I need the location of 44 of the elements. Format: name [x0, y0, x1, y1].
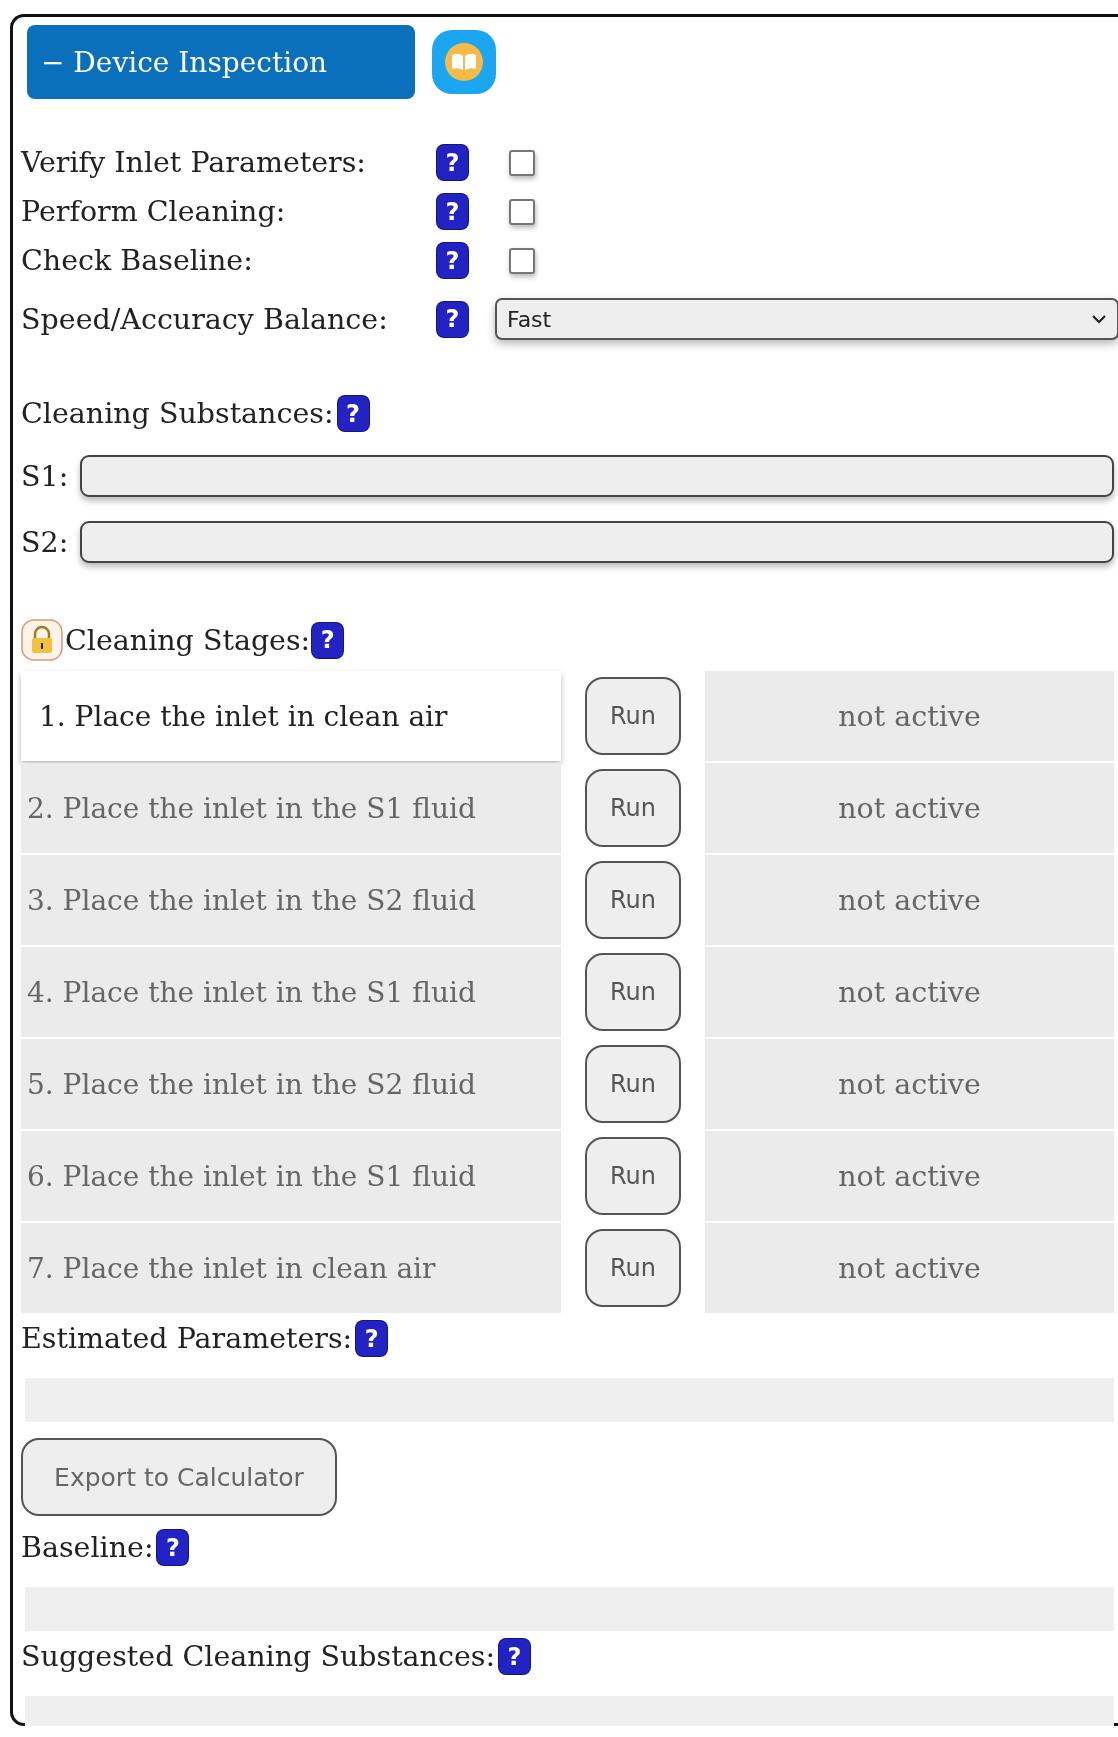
section-label: Baseline: [21, 1531, 154, 1564]
stage-item[interactable]: 6. Place the inlet in the S1 fluid [21, 1131, 561, 1221]
field-label: S1: [21, 459, 69, 493]
stage-item[interactable]: 3. Place the inlet in the S2 fluid [21, 855, 561, 945]
run-button[interactable]: Run [585, 769, 681, 847]
field-label: S2: [21, 525, 69, 559]
run-button[interactable]: Run [585, 1045, 681, 1123]
run-button[interactable]: Run [585, 1229, 681, 1307]
help-icon[interactable]: ? [437, 194, 468, 229]
run-button[interactable]: Run [585, 677, 681, 755]
help-icon[interactable]: ? [312, 622, 344, 658]
option-label: Check Baseline: [21, 244, 254, 277]
section-label: Cleaning Stages: [65, 623, 311, 657]
option-label: Verify Inlet Parameters: [21, 146, 367, 179]
run-button[interactable]: Run [585, 953, 681, 1031]
stage-item[interactable]: 4. Place the inlet in the S1 fluid [21, 947, 561, 1037]
option-label: Speed/Accuracy Balance: [21, 302, 389, 336]
run-button[interactable]: Run [585, 1137, 681, 1215]
stage-item[interactable]: 7. Place the inlet in clean air [21, 1223, 561, 1313]
status-cell: not active [705, 1131, 1114, 1221]
section-label: Suggested Cleaning Substances: [21, 1640, 495, 1673]
help-icon[interactable]: ? [437, 243, 468, 278]
stage-item[interactable]: 2. Place the inlet in the S1 fluid [21, 763, 561, 853]
stage-item[interactable]: 5. Place the inlet in the S2 fluid [21, 1039, 561, 1129]
export-button[interactable]: Export to Calculator [21, 1438, 337, 1516]
status-cell: not active [705, 1223, 1114, 1313]
help-icon[interactable]: ? [337, 396, 369, 431]
option-label: Perform Cleaning: [21, 195, 287, 228]
help-icon[interactable]: ? [157, 1530, 189, 1565]
stage-item[interactable]: 1. Place the inlet in clean air [21, 671, 561, 761]
status-cell: not active [705, 763, 1114, 853]
run-button[interactable]: Run [585, 861, 681, 939]
status-cell: not active [705, 855, 1114, 945]
status-cell: not active [705, 671, 1114, 761]
status-cell: not active [705, 947, 1114, 1037]
section-label: Estimated Parameters: [21, 1322, 353, 1355]
help-icon[interactable]: ? [437, 301, 468, 337]
section-label: Cleaning Substances: [21, 397, 334, 430]
help-icon[interactable]: ? [437, 145, 468, 180]
help-icon[interactable]: ? [356, 1321, 388, 1356]
help-icon[interactable]: ? [499, 1639, 530, 1674]
status-cell: not active [705, 1039, 1114, 1129]
speed-select[interactable]: Fast [495, 298, 1118, 340]
section-toggle-button[interactable]: − Device Inspection [27, 25, 415, 99]
